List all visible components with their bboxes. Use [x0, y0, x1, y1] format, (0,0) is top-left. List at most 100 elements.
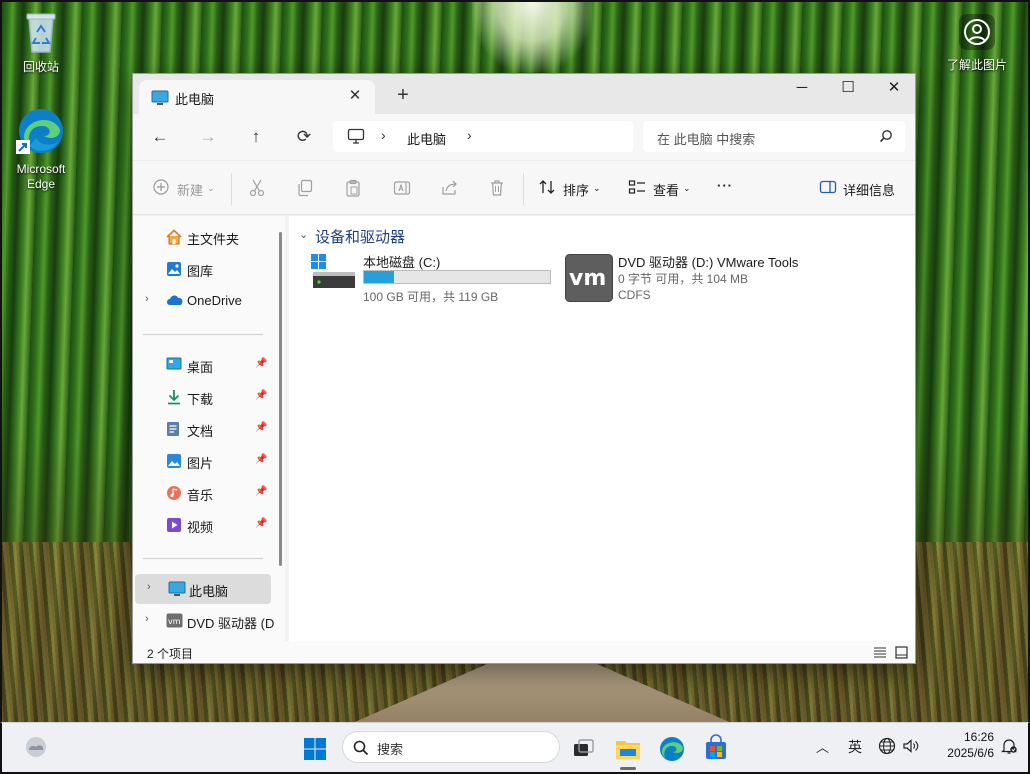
drive-d-name: DVD 驱动器 (D:) VMware Tools [618, 255, 799, 270]
pictures-icon [167, 454, 181, 468]
sidebar-item-downloads[interactable]: 下载 📌 [133, 382, 273, 412]
taskbar-clock[interactable]: 16:26 2025/6/6 [930, 729, 994, 761]
notification-bell-icon[interactable] [1000, 737, 1018, 755]
search-box[interactable]: 在 此电脑 中搜索 [643, 121, 905, 152]
chevron-right-icon[interactable]: › [145, 613, 149, 625]
content-area: ⌄ 设备和驱动器 本地磁盘 (C:) 100 GB 可用，共 119 GB vm [289, 216, 915, 641]
file-explorer-window: 此电脑 ✕ + ─ ☐ ✕ ← → ↑ ⟳ › 此电脑 › 在 此电脑 中搜索 [132, 73, 916, 664]
group-header-devices[interactable]: 设备和驱动器 [315, 226, 405, 247]
breadcrumb-separator[interactable]: › [467, 127, 472, 143]
refresh-button[interactable]: ⟳ [289, 126, 319, 150]
volume-icon[interactable] [902, 737, 920, 755]
chevron-right-icon[interactable]: › [145, 293, 149, 305]
taskbar-search-label: 搜索 [377, 742, 404, 757]
breadcrumb-separator[interactable]: › [381, 127, 386, 143]
maximize-button[interactable]: ☐ [825, 74, 871, 104]
navigation-bar: ← → ↑ ⟳ › 此电脑 › 在 此电脑 中搜索 [133, 114, 915, 160]
hard-drive-icon [311, 254, 355, 288]
new-button[interactable]: 新建 [177, 180, 203, 199]
forward-button[interactable]: → [193, 126, 223, 150]
network-globe-icon[interactable] [878, 737, 896, 755]
search-icon [879, 130, 892, 143]
sidebar-item-label: 图片 [187, 456, 214, 471]
search-icon [353, 740, 369, 756]
computer-icon [347, 128, 365, 144]
details-pane-icon [819, 180, 837, 194]
sidebar-scrollbar[interactable] [279, 232, 282, 566]
sidebar-item-pictures[interactable]: 图片 📌 [133, 446, 273, 476]
close-button[interactable]: ✕ [871, 74, 915, 104]
chevron-right-icon[interactable]: › [147, 581, 151, 593]
sidebar-item-label: 桌面 [187, 360, 214, 375]
pin-icon: 📌 [255, 358, 268, 369]
view-button[interactable]: 查看 [653, 180, 679, 199]
video-icon [167, 518, 181, 532]
edge-taskbar-icon[interactable] [655, 732, 689, 766]
task-view-icon[interactable] [566, 732, 600, 766]
taskbar-search-box[interactable]: 搜索 [342, 731, 560, 763]
new-tab-button[interactable]: + [391, 84, 415, 108]
vmware-tools-icon: vm [565, 254, 613, 302]
drive-c-usage-bar [363, 270, 551, 284]
sort-button[interactable]: 排序 [563, 180, 589, 199]
this-pc-icon [151, 90, 169, 105]
pin-icon: 📌 [255, 390, 268, 401]
share-icon[interactable] [441, 179, 459, 197]
drive-c-usage-fill [364, 271, 394, 283]
title-bar[interactable]: 此电脑 ✕ + ─ ☐ ✕ [133, 74, 915, 114]
document-icon [167, 422, 179, 436]
chevron-down-icon[interactable]: ⌄ [299, 228, 308, 241]
cut-icon[interactable] [249, 179, 265, 197]
pin-icon: 📌 [255, 454, 268, 465]
sidebar-item-label: 主文件夹 [187, 232, 240, 247]
show-hidden-icons-chevron-icon[interactable]: ︿ [816, 737, 829, 756]
more-options-button[interactable]: ··· [717, 178, 733, 193]
paste-icon[interactable] [345, 179, 361, 197]
desktop-icon-label: 了解此图片 [946, 58, 1007, 72]
desktop-icon-label: 回收站 [22, 60, 59, 74]
minimize-button[interactable]: ─ [779, 74, 825, 104]
details-view-icon[interactable] [873, 646, 887, 659]
file-explorer-taskbar-icon[interactable] [611, 732, 645, 766]
input-method-indicator[interactable]: 英 [848, 737, 862, 757]
drive-c[interactable]: 本地磁盘 (C:) 100 GB 可用，共 119 GB [311, 252, 561, 306]
sidebar-item-onedrive[interactable]: › OneDrive [133, 286, 273, 316]
start-icon[interactable] [298, 732, 332, 766]
sidebar-item-documents[interactable]: 文档 📌 [133, 414, 273, 444]
tab-title: 此电脑 [175, 92, 215, 107]
pin-icon: 📌 [255, 518, 268, 529]
sidebar-item-home[interactable]: 主文件夹 [133, 222, 273, 252]
sidebar-item-dvd-drive[interactable]: › vm DVD 驱动器 (D [133, 606, 274, 636]
sidebar-item-label: 图库 [187, 264, 214, 279]
back-button[interactable]: ← [145, 126, 175, 150]
store-icon[interactable] [699, 732, 733, 766]
desktop-icon-learn-image[interactable]: 了解此图片 [942, 12, 1012, 73]
delete-icon[interactable] [489, 179, 505, 197]
tiles-view-icon[interactable] [895, 646, 908, 659]
sidebar-item-gallery[interactable]: 图库 [133, 254, 273, 284]
tab-this-pc[interactable]: 此电脑 ✕ [139, 80, 375, 114]
gallery-icon [167, 262, 181, 276]
learn-about-picture-icon [959, 14, 995, 50]
home-icon [166, 229, 182, 245]
tab-close-button[interactable]: ✕ [345, 86, 365, 106]
copy-icon[interactable] [297, 179, 313, 197]
rename-icon[interactable] [393, 179, 411, 197]
breadcrumb-this-pc[interactable]: 此电脑 [407, 129, 446, 148]
sidebar-item-label: 下载 [187, 392, 214, 407]
navigation-pane: 主文件夹 图库 › OneDrive 桌面 📌 下载 📌 文档 📌 图片 📌 音… [133, 216, 285, 641]
drive-d[interactable]: vm DVD 驱动器 (D:) VMware Tools 0 字节 可用，共 1… [565, 252, 825, 306]
sidebar-item-videos[interactable]: 视频 📌 [133, 510, 273, 540]
sidebar-item-music[interactable]: 音乐 📌 [133, 478, 273, 508]
sort-icon [539, 180, 555, 194]
desktop-icon-recycle-bin[interactable]: 回收站 [6, 10, 76, 75]
up-button[interactable]: ↑ [241, 126, 271, 150]
details-button[interactable]: 详细信息 [843, 180, 895, 199]
command-bar: 新建 ⌄ 排序 ⌄ 查看 ⌄ ··· 详细信息 [133, 160, 915, 215]
sidebar-item-this-pc[interactable]: › 此电脑 [135, 574, 271, 604]
download-icon [168, 390, 180, 405]
desktop-icon-edge[interactable]: Microsoft Edge [6, 106, 76, 192]
address-bar[interactable]: › 此电脑 › [333, 121, 633, 152]
sidebar-item-desktop[interactable]: 桌面 📌 [133, 350, 273, 380]
weather-widget-icon[interactable] [24, 735, 48, 759]
